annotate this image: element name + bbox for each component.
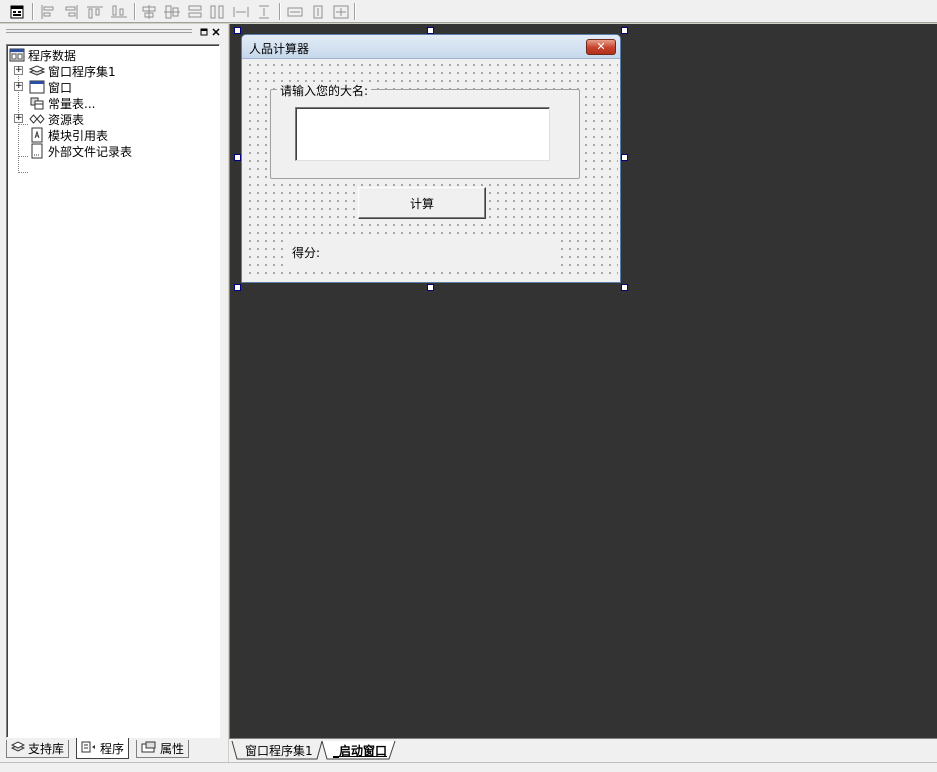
tab-label: 属性 <box>160 742 185 756</box>
space-vertical-icon[interactable] <box>255 3 273 20</box>
same-height-icon[interactable] <box>209 3 227 20</box>
tab-label: 窗口程序集1 <box>245 743 313 758</box>
tab-support-library[interactable]: 支持库 <box>6 740 70 758</box>
tree-item-constants[interactable]: 常量表... <box>29 95 95 111</box>
tab-window-assembly[interactable]: 窗口程序集1 <box>239 740 319 760</box>
tree-item-label: 资源表 <box>48 112 85 127</box>
program-panel: 程序数据 + 窗口程序集1 + 窗口 常量表... + 资源表 模块引用表 外部… <box>0 24 228 762</box>
align-left-icon[interactable] <box>39 3 57 20</box>
resize-handle-sw[interactable] <box>234 284 241 291</box>
tree-item-label: 外部文件记录表 <box>48 144 133 159</box>
tree-item-label: 常量表... <box>48 96 96 111</box>
tree-item-window-assembly[interactable]: 窗口程序集1 <box>29 63 116 79</box>
score-label-control[interactable]: 得分: <box>288 237 558 267</box>
resize-handle-ne[interactable] <box>621 27 628 34</box>
panel-header <box>0 24 228 40</box>
toolbar <box>0 0 937 23</box>
resize-handle-w[interactable] <box>234 154 241 161</box>
resize-handle-nw[interactable] <box>234 27 241 34</box>
same-width-icon[interactable] <box>186 3 204 20</box>
center-in-form-vertical-icon[interactable] <box>309 3 327 20</box>
constant-table-icon <box>29 95 45 111</box>
score-label: 得分: <box>292 246 321 260</box>
tree-item-resources[interactable]: 资源表 <box>29 111 84 127</box>
file-record-icon <box>29 143 45 159</box>
window-icon <box>29 79 45 95</box>
tab-program[interactable]: 程序 <box>76 738 130 759</box>
resource-icon <box>29 111 45 127</box>
expand-icon[interactable]: + <box>14 66 23 75</box>
align-right-icon[interactable] <box>62 3 80 20</box>
tree-item-label: 窗口程序集1 <box>48 64 116 79</box>
expand-icon[interactable]: + <box>14 82 23 91</box>
module-ref-icon <box>29 127 45 143</box>
form-icon[interactable] <box>8 3 26 20</box>
restore-icon[interactable] <box>198 27 209 38</box>
center-vertical-icon[interactable] <box>163 3 181 20</box>
tree-item-module-refs[interactable]: 模块引用表 <box>29 127 108 143</box>
tree-item-external-files[interactable]: 外部文件记录表 <box>29 143 132 159</box>
status-bar <box>0 762 937 772</box>
tab-properties[interactable]: 属性 <box>136 740 190 758</box>
groupbox-label: 请输入您的大名: <box>277 82 372 99</box>
expand-icon[interactable]: + <box>14 114 23 123</box>
tree-root-label: 程序数据 <box>28 48 77 63</box>
database-icon <box>9 47 25 63</box>
space-horizontal-icon[interactable] <box>232 3 250 20</box>
tab-startup-window[interactable]: _启动窗口 <box>327 740 393 760</box>
center-in-form-both-icon[interactable] <box>332 3 350 20</box>
program-tree[interactable]: 程序数据 + 窗口程序集1 + 窗口 常量表... + 资源表 模块引用表 外部… <box>6 44 220 738</box>
align-bottom-icon[interactable] <box>110 3 128 20</box>
calculate-button-label: 计算 <box>409 196 434 211</box>
layers-icon <box>29 63 45 79</box>
form-title-bar[interactable]: 人品计算器 ✕ <box>242 35 620 59</box>
panel-close-icon[interactable] <box>210 27 221 38</box>
document-tabs: 窗口程序集1 _启动窗口 <box>229 738 937 762</box>
center-in-form-horizontal-icon[interactable] <box>286 3 304 20</box>
name-groupbox[interactable]: 请输入您的大名: <box>270 82 580 179</box>
form-client-area[interactable]: 请输入您的大名: 计算 得分: <box>244 59 618 280</box>
resize-handle-e[interactable] <box>621 154 628 161</box>
form-close-button[interactable]: ✕ <box>586 39 616 55</box>
resize-handle-se[interactable] <box>621 284 628 291</box>
calculate-button[interactable]: 计算 <box>358 187 486 219</box>
tree-item-label: 模块引用表 <box>48 128 109 143</box>
tree-item-label: 窗口 <box>48 80 73 95</box>
name-input[interactable] <box>295 107 550 161</box>
tree-item-windows[interactable]: 窗口 <box>29 79 72 95</box>
close-icon: ✕ <box>596 40 606 53</box>
tab-label: _启动窗口 <box>333 743 388 758</box>
panel-tabs: 支持库 程序 属性 <box>0 738 228 762</box>
center-horizontal-icon[interactable] <box>140 3 158 20</box>
library-icon <box>10 741 26 756</box>
resize-handle-s[interactable] <box>427 284 434 291</box>
align-top-icon[interactable] <box>86 3 104 20</box>
resize-handle-n[interactable] <box>427 27 434 34</box>
tab-label: 支持库 <box>28 742 65 756</box>
tree-root[interactable]: 程序数据 <box>9 47 76 63</box>
property-icon <box>141 741 157 756</box>
tab-label: 程序 <box>100 741 125 756</box>
designer-form[interactable]: 人品计算器 ✕ 请输入您的大名: 计算 得分: <box>241 34 621 283</box>
form-title: 人品计算器 <box>249 42 310 56</box>
program-icon <box>81 741 97 756</box>
